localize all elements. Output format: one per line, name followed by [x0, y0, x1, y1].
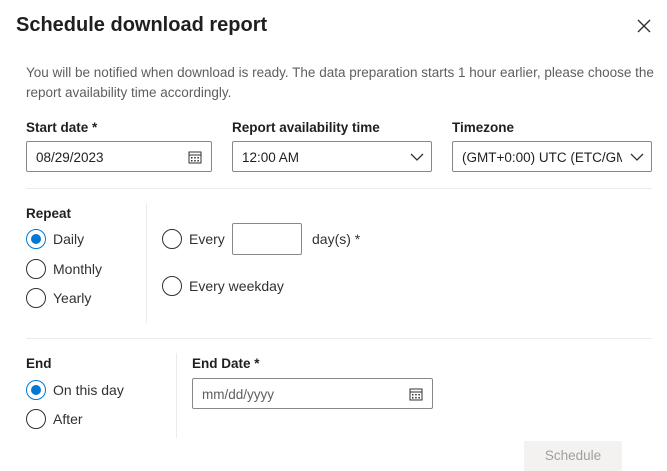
repeat-monthly-radio[interactable]: Monthly	[26, 259, 102, 279]
radio-unchecked-icon	[162, 229, 182, 249]
end-label: End	[26, 356, 52, 371]
radio-unchecked-icon	[26, 409, 46, 429]
calendar-icon[interactable]	[188, 150, 202, 164]
close-button[interactable]	[632, 14, 656, 38]
chevron-down-icon	[630, 153, 644, 161]
every-label: Every	[189, 231, 225, 247]
every-weekday-label: Every weekday	[189, 278, 284, 294]
end-on-this-day-radio[interactable]: On this day	[26, 380, 124, 400]
timezone-label: Timezone	[452, 120, 515, 135]
end-after-radio[interactable]: After	[26, 409, 83, 429]
repeat-yearly-radio[interactable]: Yearly	[26, 288, 91, 308]
section-divider	[26, 338, 652, 339]
radio-checked-icon	[26, 229, 46, 249]
section-divider	[26, 188, 652, 189]
start-date-label: Start date *	[26, 120, 98, 135]
radio-checked-icon	[26, 380, 46, 400]
end-vertical-divider	[176, 353, 177, 438]
start-date-value: 08/29/2023	[36, 150, 104, 165]
end-date-field[interactable]: mm/dd/yyyy	[192, 378, 433, 409]
days-suffix-label: day(s) *	[312, 231, 361, 247]
end-after-label: After	[53, 411, 83, 427]
dialog-title: Schedule download report	[16, 14, 268, 36]
repeat-daily-label: Daily	[53, 231, 85, 247]
radio-unchecked-icon	[26, 288, 46, 308]
start-date-field[interactable]: 08/29/2023	[26, 141, 212, 172]
every-days-input[interactable]	[232, 223, 302, 255]
end-on-this-day-label: On this day	[53, 382, 124, 398]
every-n-days-radio[interactable]: Every	[162, 229, 225, 249]
end-date-label: End Date *	[192, 356, 260, 371]
radio-unchecked-icon	[26, 259, 46, 279]
timezone-value: (GMT+0:00) UTC (ETC/GM	[462, 150, 622, 165]
schedule-button[interactable]: Schedule	[524, 441, 622, 471]
availability-label: Report availability time	[232, 120, 380, 135]
timezone-select[interactable]: (GMT+0:00) UTC (ETC/GM	[452, 141, 652, 172]
end-date-placeholder: mm/dd/yyyy	[202, 387, 275, 402]
radio-unchecked-icon	[162, 276, 182, 296]
close-icon	[637, 19, 651, 33]
repeat-daily-radio[interactable]: Daily	[26, 229, 84, 249]
repeat-yearly-label: Yearly	[53, 290, 92, 306]
notice-text: You will be notified when download is re…	[26, 65, 654, 100]
every-weekday-radio[interactable]: Every weekday	[162, 276, 284, 296]
repeat-monthly-label: Monthly	[53, 261, 103, 277]
repeat-vertical-divider	[146, 203, 147, 323]
availability-select[interactable]: 12:00 AM	[232, 141, 432, 172]
repeat-label: Repeat	[26, 206, 72, 221]
calendar-icon[interactable]	[409, 387, 423, 401]
chevron-down-icon	[410, 153, 424, 161]
availability-value: 12:00 AM	[242, 150, 300, 165]
